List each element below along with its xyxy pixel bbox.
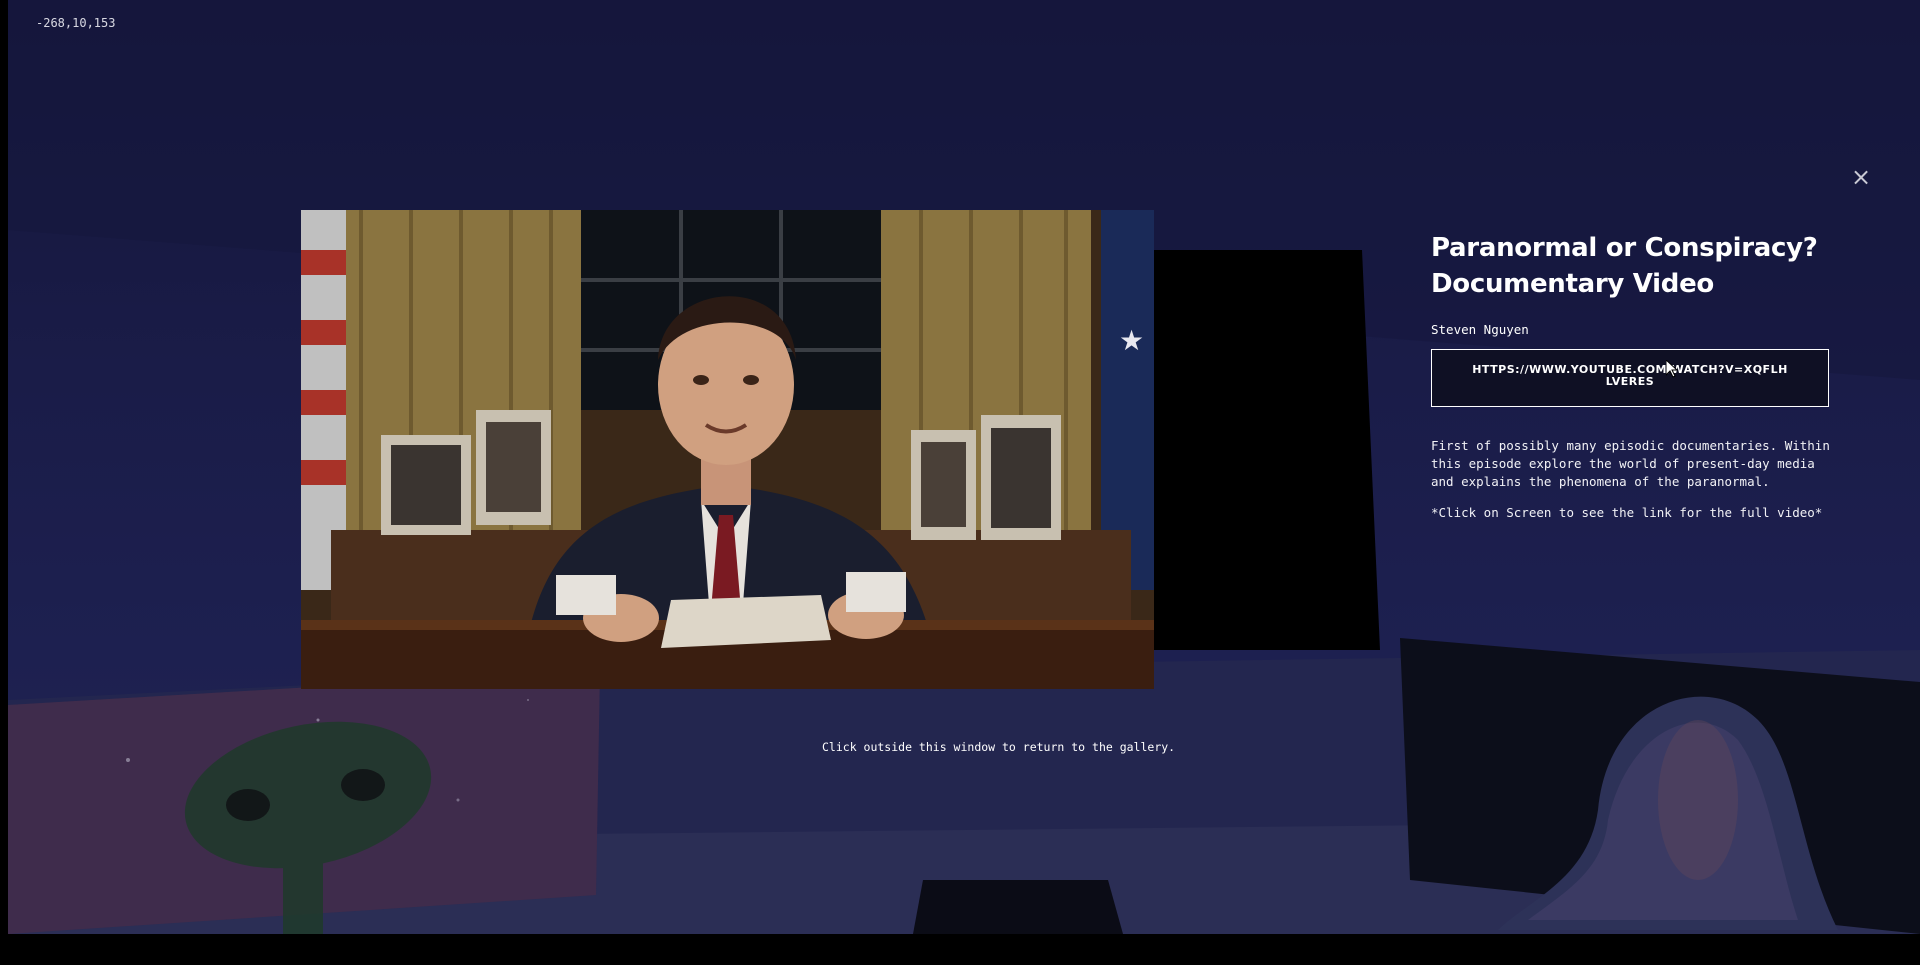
- artwork-info-panel: Paranormal or Conspiracy? Documentary Vi…: [1431, 230, 1841, 520]
- artwork-title: Paranormal or Conspiracy? Documentary Vi…: [1431, 233, 1818, 299]
- video-still-image: ★: [301, 210, 1154, 689]
- artwork-description: First of possibly many episodic document…: [1431, 438, 1830, 489]
- artwork-author: Steven Nguyen: [1431, 322, 1529, 337]
- close-button[interactable]: ×: [1850, 165, 1872, 189]
- video-screen[interactable]: ★: [301, 210, 1154, 689]
- camera-coordinates: -268,10,153: [36, 16, 116, 30]
- svg-text:★: ★: [1119, 324, 1144, 357]
- artwork-hint: *Click on Screen to see the link for the…: [1431, 505, 1823, 520]
- return-to-gallery-text: Click outside this window to return to t…: [822, 740, 1176, 754]
- video-link-button[interactable]: HTTPS://WWW.YOUTUBE.COM/WATCH?V=XQFLHLVE…: [1431, 349, 1829, 407]
- black-screen-panel: [1154, 250, 1380, 650]
- mouse-pointer-icon: [1666, 360, 1678, 378]
- gallery-scene[interactable]: -268,10,153 ★ × Paranormal or Conspiracy…: [8, 0, 1920, 934]
